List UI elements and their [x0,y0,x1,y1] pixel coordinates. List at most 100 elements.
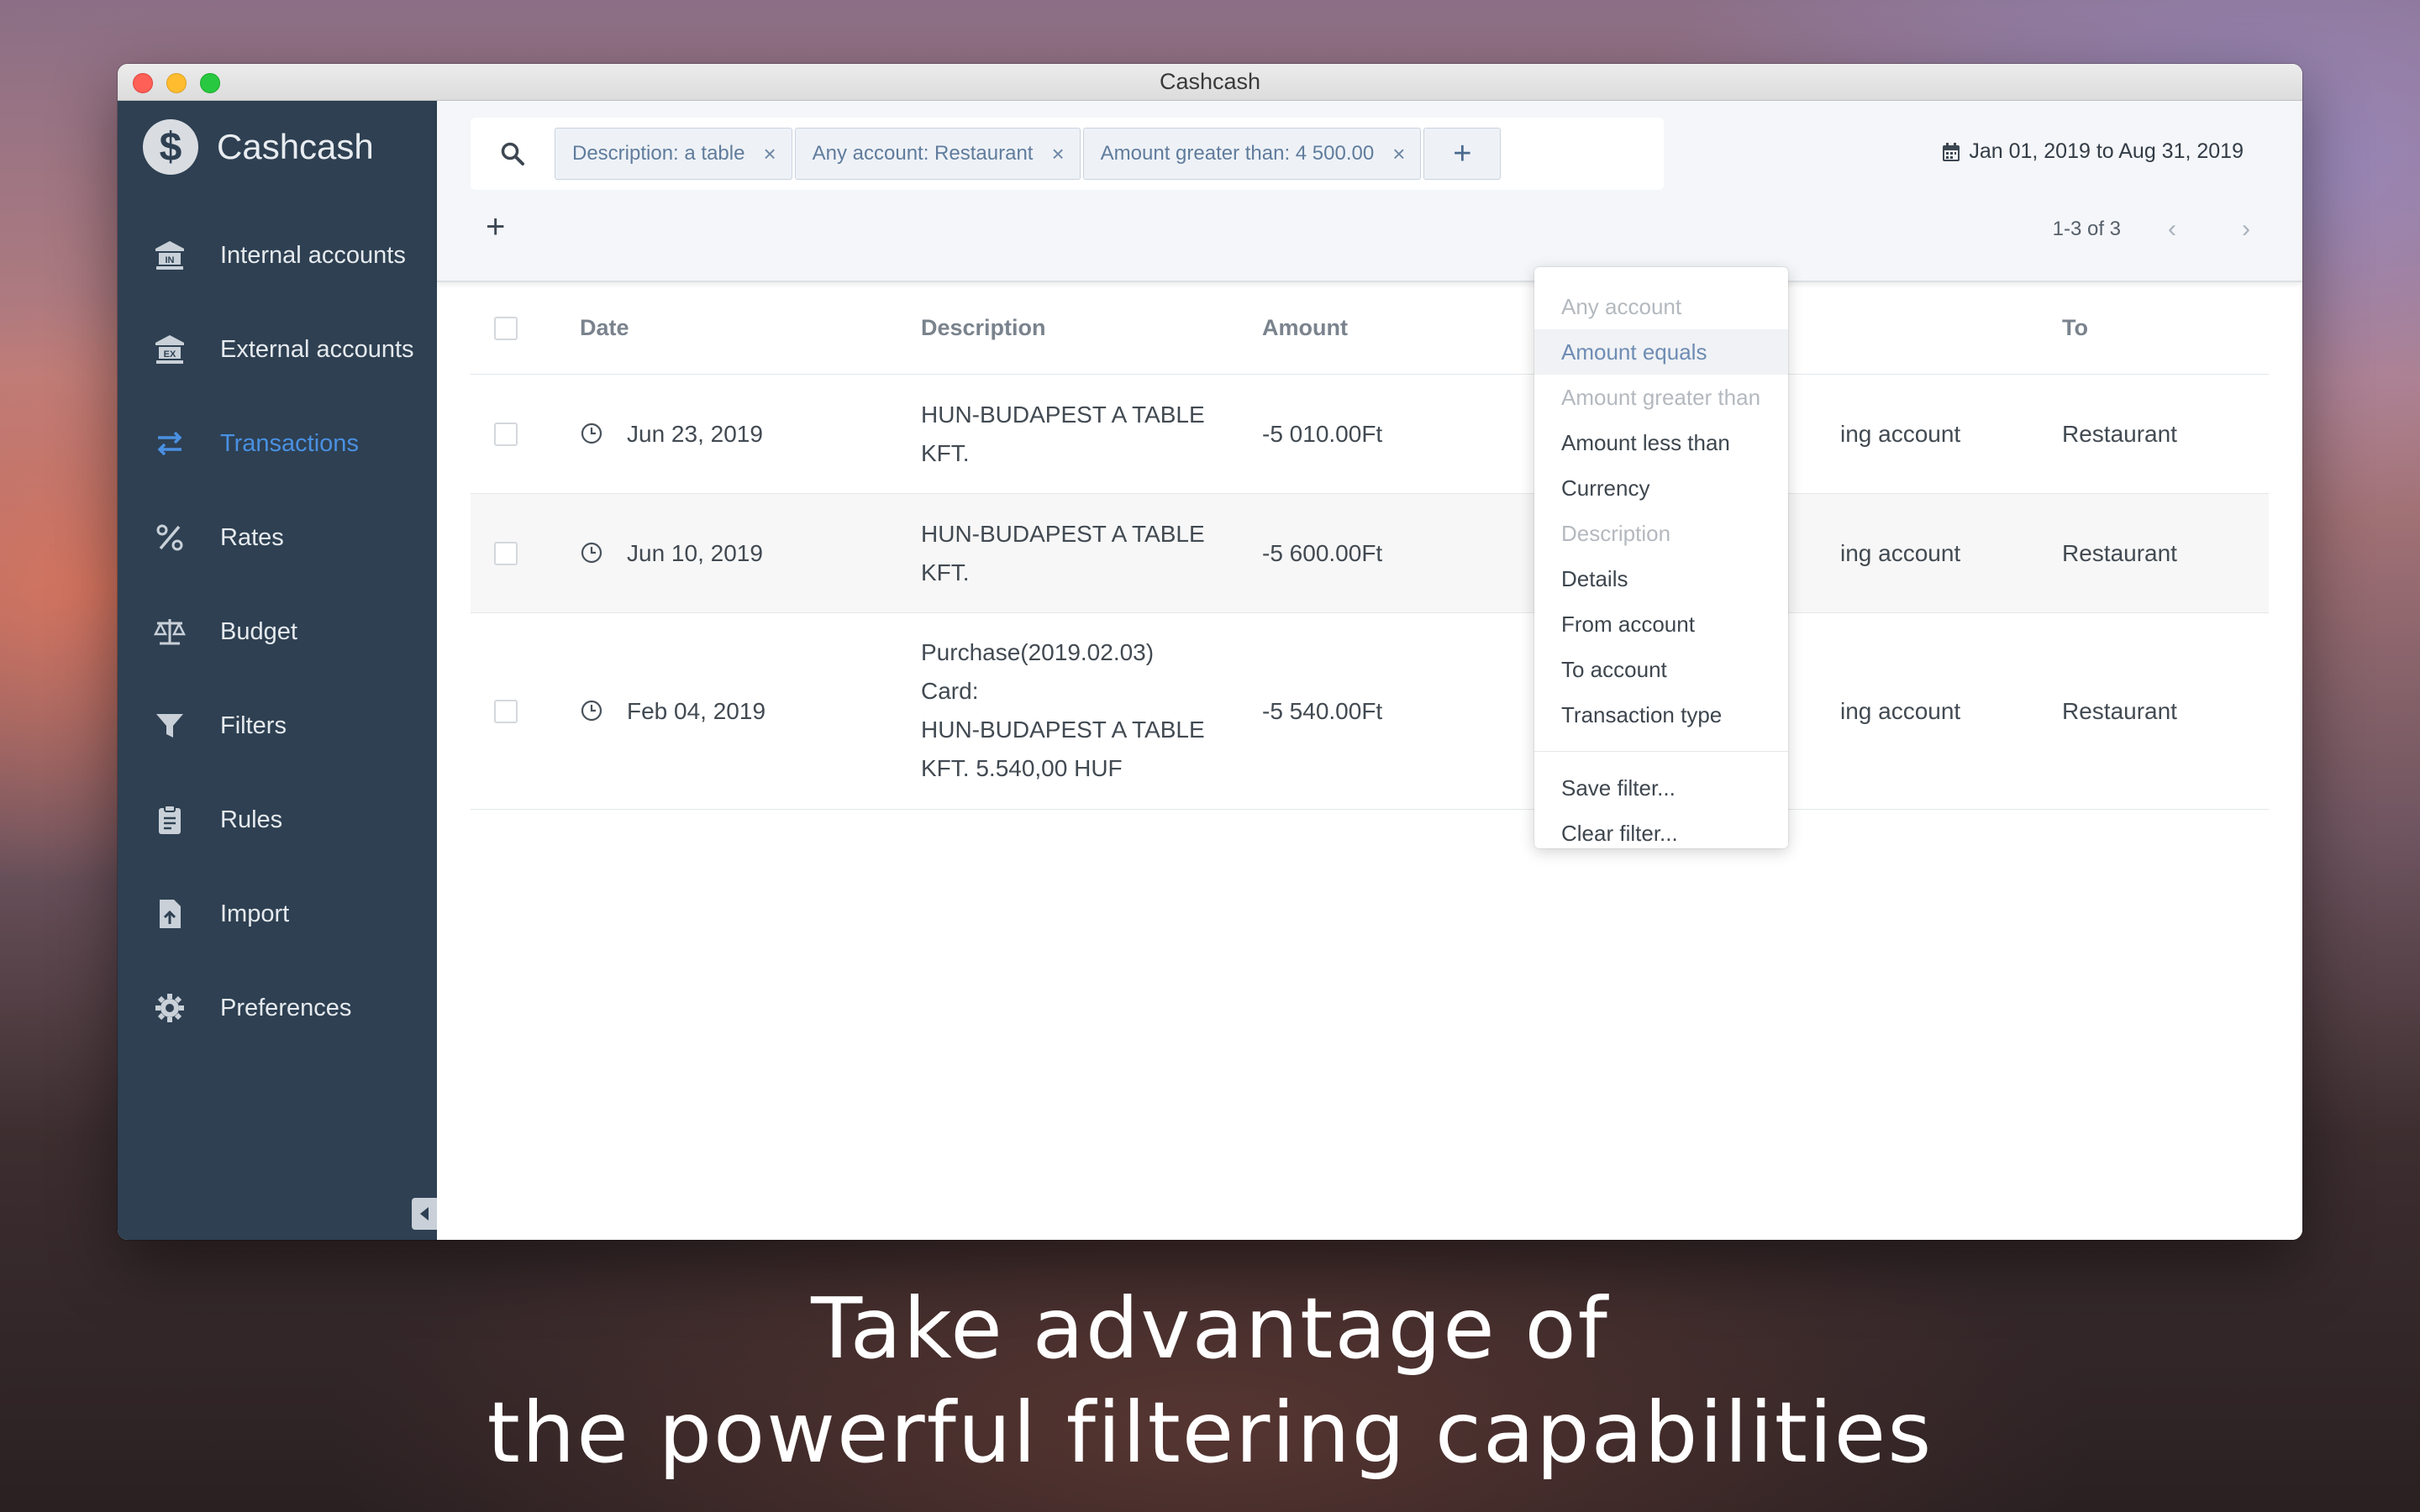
filter-option-details[interactable]: Details [1534,556,1788,601]
description-line: HUN-BUDAPEST A TABLE [921,402,1205,428]
row-description: HUN-BUDAPEST A TABLE KFT. [921,396,1205,473]
row-date: Jun 10, 2019 [627,540,763,566]
filter-option-currency[interactable]: Currency [1534,465,1788,511]
sidebar-item-external-accounts[interactable]: EX External accounts [118,302,437,396]
column-header-to[interactable]: To [2062,315,2088,341]
row-amount: -5 540.00Ft [1262,698,1383,724]
transactions-table: Date Description Amount To Jun 23, 2019 … [471,282,2269,810]
row-date: Feb 04, 2019 [627,698,766,724]
sidebar-item-rates[interactable]: Rates [118,491,437,585]
filter-option-to-account[interactable]: To account [1534,647,1788,692]
app-logo-icon: $ [143,119,198,175]
sidebar-item-label: Budget [220,617,297,645]
clear-filter-item[interactable]: Clear filter... [1534,811,1788,856]
save-filter-item[interactable]: Save filter... [1534,765,1788,811]
row-description: HUN-BUDAPEST A TABLE KFT. [921,515,1205,592]
filter-chip-label: Description: a table [572,142,745,165]
row-checkbox[interactable] [494,542,518,565]
sidebar-item-internal-accounts[interactable]: IN Internal accounts [118,208,437,302]
brand: $ Cashcash [143,119,374,175]
chevron-right-icon[interactable]: › [2242,215,2250,244]
chevron-left-icon[interactable]: ‹ [2168,215,2176,244]
search-icon [471,141,555,166]
row-from-account: ing account [1840,540,1961,566]
select-all-checkbox[interactable] [494,316,518,340]
sidebar-item-label: Import [220,900,290,927]
pagination: 1-3 of 3 ‹ › [2053,215,2250,244]
column-header-date[interactable]: Date [580,315,629,341]
filter-option-description: Description [1561,520,1671,546]
sidebar-item-label: Rules [220,806,283,833]
zoom-window-button[interactable] [200,73,220,93]
sidebar-item-label: Preferences [220,994,352,1021]
filter-chip-label: Amount greater than: 4 500.00 [1100,142,1375,165]
sidebar-item-rules[interactable]: Rules [118,773,437,867]
filter-option-any-account: Any account [1561,293,1682,319]
sidebar-item-budget[interactable]: Budget [118,585,437,679]
title-bar: Cashcash [118,64,2302,101]
remove-filter-icon[interactable]: × [1392,141,1405,167]
filter-option-amount-greater-than: Amount greater than [1561,384,1761,410]
row-checkbox[interactable] [494,700,518,723]
close-window-button[interactable] [133,73,153,93]
add-filter-button[interactable]: + [1423,128,1502,180]
clock-icon [581,542,602,564]
calendar-icon [1943,142,1960,161]
filter-chip-description[interactable]: Description: a table × [555,128,792,180]
table-header: Date Description Amount To [471,282,2269,375]
filter-search-bar[interactable]: Description: a table × Any account: Rest… [471,118,1664,190]
description-line: KFT. [921,440,970,466]
sidebar-item-label: External accounts [220,335,414,363]
row-date: Jun 23, 2019 [627,421,763,447]
clock-icon [581,423,602,444]
description-line: Card: [921,678,979,704]
marketing-caption: Take advantage of the powerful filtering… [0,1277,2420,1485]
file-upload-icon [151,895,188,932]
caption-line-1: Take advantage of [811,1279,1609,1378]
sidebar-nav: IN Internal accounts EX External account… [118,208,437,1055]
row-checkbox[interactable] [494,423,518,446]
remove-filter-icon[interactable]: × [763,141,776,167]
row-from-account: ing account [1840,421,1961,447]
filter-chip-amount-greater[interactable]: Amount greater than: 4 500.00 × [1082,128,1422,180]
table-row[interactable]: Feb 04, 2019 Purchase(2019.02.03) Card: … [471,613,2269,810]
row-from-account: ing account [1840,698,1961,724]
row-amount: -5 600.00Ft [1262,540,1383,566]
bank-in-icon: IN [151,237,188,274]
row-to-account: Restaurant [2062,540,2177,566]
date-range-picker[interactable]: Jan 01, 2019 to Aug 31, 2019 [1942,139,2244,164]
description-line: HUN-BUDAPEST A TABLE [921,717,1205,743]
clipboard-icon [151,801,188,838]
caption-line-2: the powerful filtering capabilities [487,1383,1933,1482]
filter-chip-any-account[interactable]: Any account: Restaurant × [794,128,1081,180]
collapse-sidebar-button[interactable] [412,1198,437,1230]
table-row[interactable]: Jun 10, 2019 HUN-BUDAPEST A TABLE KFT. -… [471,494,2269,613]
percent-icon [151,519,188,556]
filter-option-transaction-type[interactable]: Transaction type [1534,692,1788,738]
filter-option-from-account[interactable]: From account [1534,601,1788,647]
sidebar-item-transactions[interactable]: Transactions [118,396,437,491]
sidebar-item-filters[interactable]: Filters [118,679,437,773]
transfer-arrows-icon [151,425,188,462]
description-line: HUN-BUDAPEST A TABLE [921,521,1205,547]
add-filter-dropdown: Any account Amount equals Amount greater… [1534,267,1788,848]
add-transaction-button[interactable]: + [486,208,505,246]
filter-option-amount-less-than[interactable]: Amount less than [1534,420,1788,465]
menu-divider [1534,751,1788,752]
remove-filter-icon[interactable]: × [1051,141,1064,167]
column-header-amount[interactable]: Amount [1262,315,1348,341]
caret-left-icon [420,1207,429,1221]
row-to-account: Restaurant [2062,421,2177,447]
filter-option-amount-equals[interactable]: Amount equals [1534,329,1788,375]
scale-icon [151,613,188,650]
sidebar-item-import[interactable]: Import [118,867,437,961]
column-header-description[interactable]: Description [921,315,1046,341]
minimize-window-button[interactable] [166,73,187,93]
filter-icon [151,707,188,744]
clock-icon [581,700,602,722]
table-row[interactable]: Jun 23, 2019 HUN-BUDAPEST A TABLE KFT. -… [471,375,2269,494]
row-description: Purchase(2019.02.03) Card: HUN-BUDAPEST … [921,633,1205,788]
app-name: Cashcash [217,127,374,166]
date-range-label: Jan 01, 2019 to Aug 31, 2019 [1969,139,2244,163]
sidebar-item-preferences[interactable]: Preferences [118,961,437,1055]
